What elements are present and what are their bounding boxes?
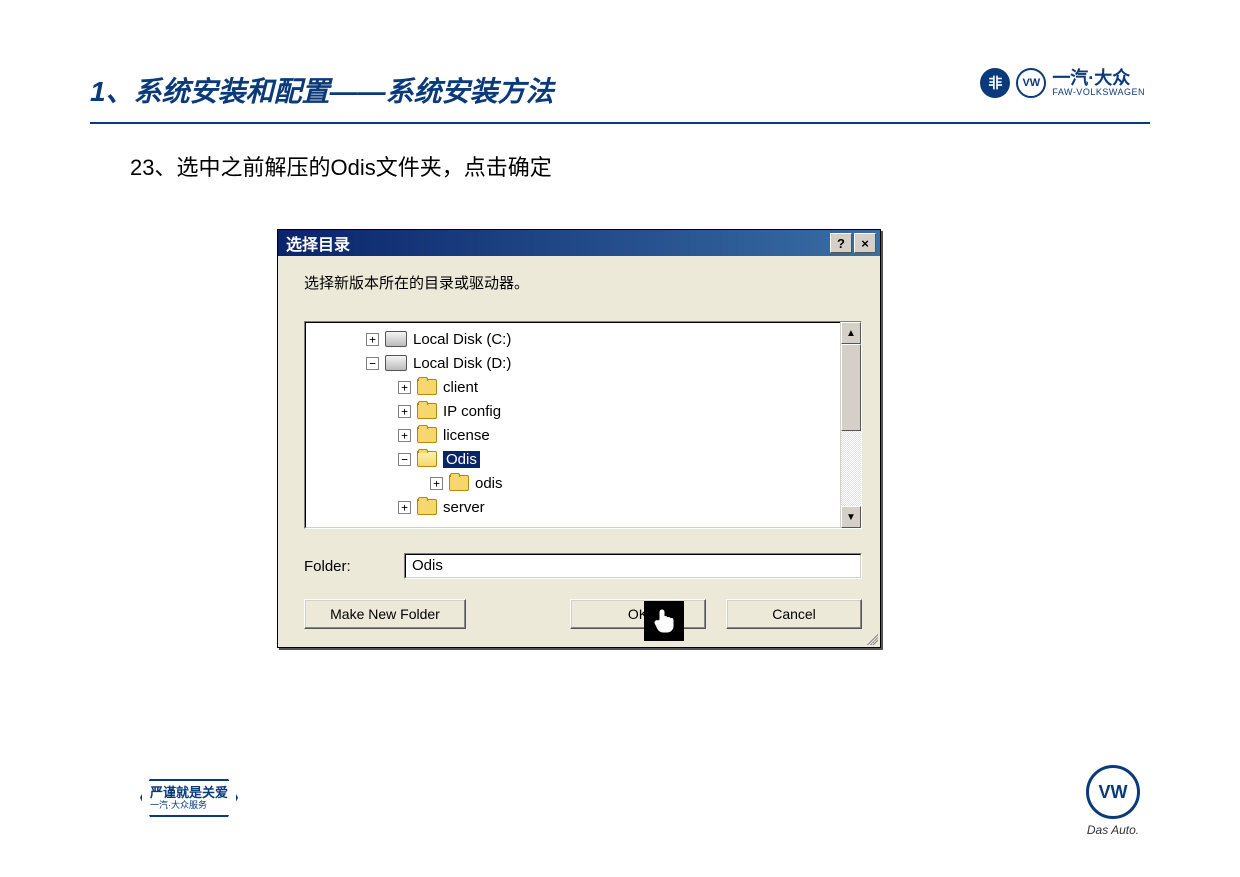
tree-node-odis-sub[interactable]: + odis [306, 471, 840, 495]
collapse-icon[interactable]: − [366, 357, 379, 370]
drive-icon [385, 355, 407, 371]
slide-title: 1、系统安装和配置——系统安装方法 [90, 76, 554, 107]
expand-icon[interactable]: + [398, 501, 411, 514]
scroll-down-icon[interactable]: ▼ [841, 506, 861, 528]
folder-icon [417, 403, 437, 419]
tree-node-license[interactable]: + license [306, 423, 840, 447]
scroll-up-icon[interactable]: ▲ [841, 322, 861, 344]
directory-tree[interactable]: + Local Disk (C:) − Local Disk (D:) + cl… [305, 322, 840, 528]
collapse-icon[interactable]: − [398, 453, 411, 466]
footer-service-logo: 严谨就是关爱 一汽·大众服务 [140, 779, 238, 817]
folder-icon [417, 499, 437, 515]
brand-logos-top: 非 VW 一汽·大众 FAW-VOLKSWAGEN [980, 68, 1145, 98]
tree-node-server[interactable]: + server [306, 495, 840, 519]
dialog-titlebar[interactable]: 选择目录 ? × [278, 230, 880, 256]
brand-sub: FAW-VOLKSWAGEN [1052, 87, 1145, 97]
vw-logo-icon: VW [1016, 68, 1046, 98]
resize-grip-icon[interactable] [864, 631, 878, 645]
drive-icon [385, 331, 407, 347]
vw-logo-icon: VW [1086, 765, 1140, 819]
folder-open-icon [417, 451, 437, 467]
close-button[interactable]: × [854, 233, 876, 253]
ok-button[interactable]: OK [570, 599, 706, 629]
tree-node-d-drive[interactable]: − Local Disk (D:) [306, 351, 840, 375]
folder-icon [417, 379, 437, 395]
cancel-button[interactable]: Cancel [726, 599, 862, 629]
header-divider [90, 122, 1150, 124]
brand-main: 一汽·大众 [1052, 69, 1145, 87]
dialog-prompt: 选择新版本所在的目录或驱动器。 [304, 272, 862, 293]
expand-icon[interactable]: + [430, 477, 443, 490]
help-button[interactable]: ? [830, 233, 852, 253]
dialog-title: 选择目录 [286, 231, 350, 255]
scroll-track[interactable] [841, 344, 861, 506]
cursor-hand-icon [644, 601, 684, 641]
tree-node-c-drive[interactable]: + Local Disk (C:) [306, 327, 840, 351]
expand-icon[interactable]: + [398, 405, 411, 418]
das-auto-text: Das Auto. [1086, 823, 1140, 837]
make-new-folder-button[interactable]: Make New Folder [304, 599, 466, 629]
folder-input[interactable]: Odis [404, 553, 862, 579]
tree-node-client[interactable]: + client [306, 375, 840, 399]
folder-icon [449, 475, 469, 491]
folder-field-label: Folder: [304, 558, 404, 575]
footer-vw-logo: VW Das Auto. [1086, 765, 1140, 837]
select-directory-dialog: 选择目录 ? × 选择新版本所在的目录或驱动器。 + Local Disk (C… [277, 229, 881, 648]
expand-icon[interactable]: + [398, 381, 411, 394]
expand-icon[interactable]: + [398, 429, 411, 442]
step-instruction: 23、选中之前解压的Odis文件夹，点击确定 [130, 150, 552, 182]
expand-icon[interactable]: + [366, 333, 379, 346]
tree-node-odis-selected[interactable]: − Odis [306, 447, 840, 471]
faw-logo-icon: 非 [980, 68, 1010, 98]
scroll-thumb[interactable] [841, 344, 861, 431]
tree-scrollbar[interactable]: ▲ ▼ [840, 322, 861, 528]
tree-node-ipconfig[interactable]: + IP config [306, 399, 840, 423]
folder-icon [417, 427, 437, 443]
